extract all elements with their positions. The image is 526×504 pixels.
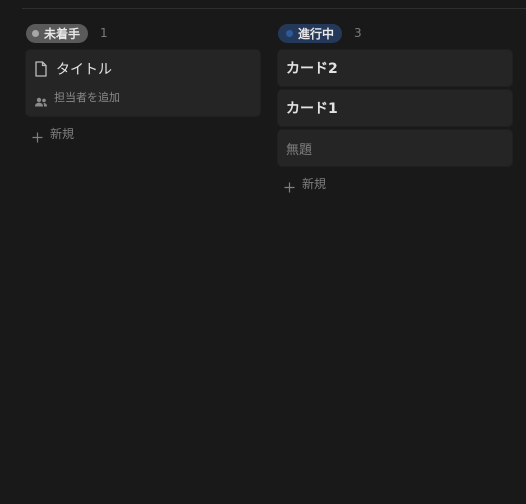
card-1[interactable]: カード1 — [278, 90, 512, 126]
card-list: カード2 カード1 無題 — [278, 50, 512, 166]
card-2[interactable]: カード2 — [278, 50, 512, 86]
card-title-row: タイトル — [34, 58, 252, 80]
column-in-progress: 進行中 3 カード2 カード1 無題 新規 — [278, 22, 512, 194]
status-pill-in-progress[interactable]: 進行中 — [278, 23, 343, 43]
new-card-label: 新規 — [50, 126, 75, 141]
column-count: 3 — [354, 26, 362, 40]
status-dot-icon — [32, 29, 39, 37]
column-count: 1 — [100, 26, 108, 40]
new-card-label: 新規 — [302, 176, 327, 191]
card-list: タイトル 担当者を追加 — [26, 50, 260, 116]
card-title-text: 無題 — [286, 142, 313, 158]
card-title-text: カード1 — [286, 101, 338, 117]
top-divider — [22, 8, 526, 9]
card-untitled[interactable]: 無題 — [278, 130, 512, 166]
plus-icon — [284, 178, 295, 192]
status-label: 進行中 — [298, 26, 335, 41]
column-header: 未着手 1 — [26, 22, 260, 44]
document-icon — [34, 61, 48, 77]
new-card-button[interactable]: 新規 — [278, 172, 512, 194]
kanban-board: 未着手 1 タイトル 担当者を追加 新規 進行中 3 カード2 カード1 無題 … — [0, 0, 526, 504]
card-title[interactable]: タイトル 担当者を追加 — [26, 50, 260, 116]
column-not-started: 未着手 1 タイトル 担当者を追加 新規 — [26, 22, 260, 144]
new-card-button[interactable]: 新規 — [26, 122, 260, 144]
add-assignee[interactable]: 担当者を追加 — [34, 89, 252, 107]
card-title-text: タイトル — [56, 62, 112, 78]
card-title-text: カード2 — [286, 61, 338, 77]
status-dot-icon — [286, 29, 293, 37]
people-icon — [34, 92, 48, 107]
column-header: 進行中 3 — [278, 22, 512, 44]
status-pill-not-started[interactable]: 未着手 — [26, 23, 89, 43]
plus-icon — [32, 128, 43, 142]
add-assignee-label: 担当者を追加 — [54, 91, 120, 104]
status-label: 未着手 — [44, 26, 81, 41]
